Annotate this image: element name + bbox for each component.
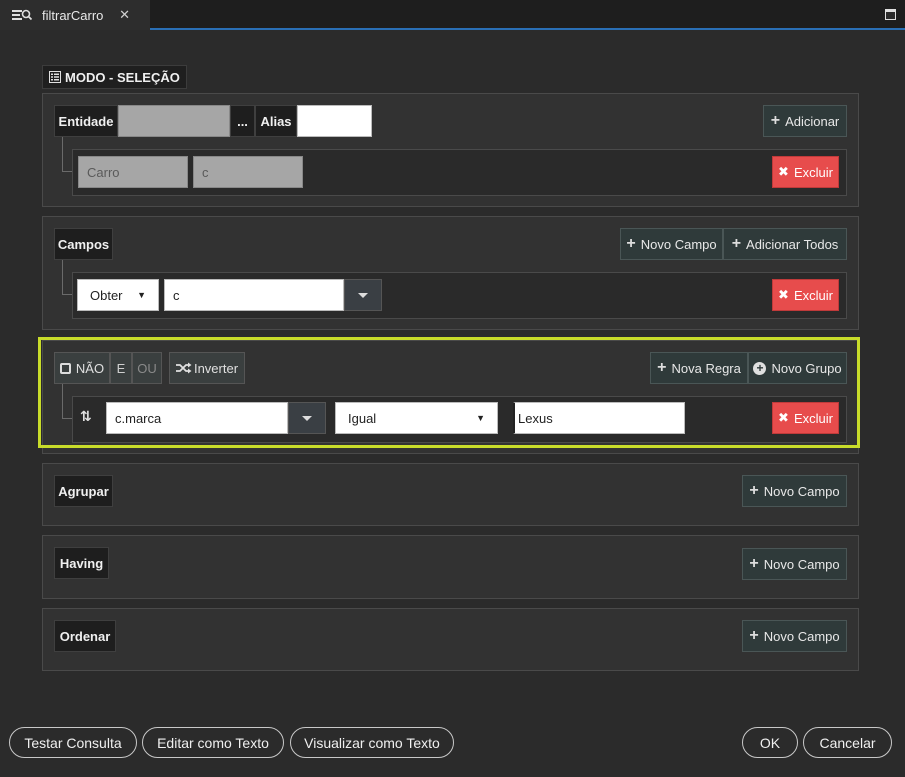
group-new-field-label: Novo Campo xyxy=(763,483,840,499)
field-mode-select[interactable]: Obter ▼ xyxy=(77,279,159,311)
alias-label: Alias xyxy=(255,105,297,137)
close-icon[interactable]: ✕ xyxy=(119,7,130,23)
entity-row-entity[interactable]: Carro xyxy=(78,156,188,188)
field-mode-value: Obter xyxy=(90,287,123,303)
add-all-button[interactable]: + Adicionar Todos xyxy=(723,228,847,260)
field-dropdown-button[interactable] xyxy=(344,279,382,311)
list-icon xyxy=(49,71,61,83)
plus-icon: + xyxy=(770,112,781,129)
maximize-icon[interactable] xyxy=(885,9,896,20)
close-icon: ✖ xyxy=(778,287,789,302)
entity-picker-button[interactable]: ... xyxy=(230,105,255,137)
group-new-field-button[interactable]: + Novo Campo xyxy=(742,475,847,507)
add-entity-button[interactable]: + Adicionar xyxy=(763,105,847,137)
order-header: Ordenar xyxy=(54,620,116,652)
close-icon: ✖ xyxy=(778,164,789,179)
mode-text: MODO - SELEÇÃO xyxy=(65,69,180,85)
having-new-field-button[interactable]: + Novo Campo xyxy=(742,548,847,580)
alias-input[interactable] xyxy=(297,105,372,137)
group-header: Agrupar xyxy=(54,475,113,507)
entity-label: Entidade xyxy=(54,105,118,137)
plus-icon: + xyxy=(626,235,636,252)
add-all-label: Adicionar Todos xyxy=(746,236,839,252)
order-new-field-label: Novo Campo xyxy=(763,628,840,644)
tab-bar: filtrarCarro ✕ xyxy=(0,0,905,30)
delete-entity-button[interactable]: ✖ Excluir xyxy=(772,156,839,188)
add-entity-label: Adicionar xyxy=(785,113,840,129)
entity-row-alias[interactable]: c xyxy=(193,156,303,188)
plus-icon: + xyxy=(749,555,759,572)
new-field-button[interactable]: + Novo Campo xyxy=(620,228,723,260)
tab-title: filtrarCarro xyxy=(42,7,104,23)
edit-as-text-button[interactable]: Editar como Texto xyxy=(142,727,284,758)
plus-icon: + xyxy=(749,627,759,644)
tree-connector xyxy=(62,137,72,172)
tree-connector xyxy=(62,260,72,295)
caret-down-icon: ▼ xyxy=(137,290,146,300)
test-query-button[interactable]: Testar Consulta xyxy=(9,727,137,758)
delete-field-label: Excluir xyxy=(793,287,833,303)
field-value-input[interactable]: c xyxy=(164,279,344,311)
plus-icon: + xyxy=(749,482,759,499)
plus-icon: + xyxy=(731,235,742,252)
group-section xyxy=(42,463,859,526)
having-new-field-label: Novo Campo xyxy=(763,556,840,572)
new-field-label: Novo Campo xyxy=(640,236,717,252)
cancel-button[interactable]: Cancelar xyxy=(803,727,892,758)
caret-down-icon xyxy=(358,292,368,298)
query-icon xyxy=(12,9,32,21)
mode-label: MODO - SELEÇÃO xyxy=(42,65,187,89)
view-as-text-button[interactable]: Visualizar como Texto xyxy=(290,727,454,758)
having-section xyxy=(42,535,859,599)
ok-button[interactable]: OK xyxy=(742,727,798,758)
delete-field-button[interactable]: ✖ Excluir xyxy=(772,279,839,311)
entity-input[interactable] xyxy=(118,105,230,137)
having-header: Having xyxy=(54,547,109,579)
rules-highlight xyxy=(38,337,860,448)
order-section xyxy=(42,608,859,671)
fields-header: Campos xyxy=(54,228,113,260)
order-new-field-button[interactable]: + Novo Campo xyxy=(742,620,847,652)
tab-filtrar-carro[interactable]: filtrarCarro ✕ xyxy=(0,0,150,30)
delete-entity-label: Excluir xyxy=(793,164,833,180)
entity-row xyxy=(72,149,847,196)
